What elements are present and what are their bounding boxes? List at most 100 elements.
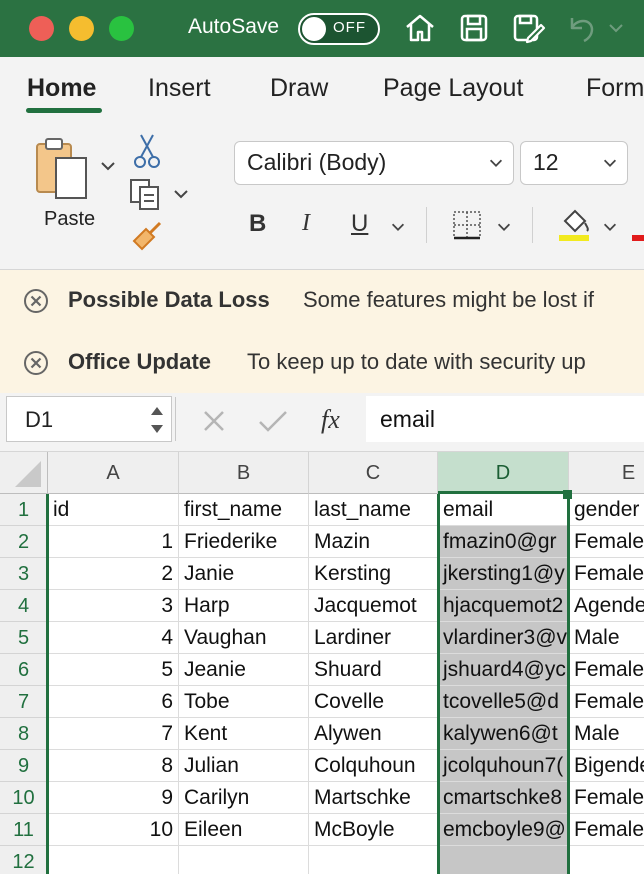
table-cell[interactable]: Kent <box>179 718 309 750</box>
header-cell[interactable]: gender <box>569 494 644 526</box>
close-window-button[interactable] <box>29 16 54 41</box>
table-cell[interactable]: cmartschke8 <box>438 782 569 814</box>
tab-home[interactable]: Home <box>27 74 96 103</box>
autosave-toggle[interactable]: OFF <box>298 13 380 45</box>
table-cell[interactable]: Female <box>569 558 644 590</box>
confirm-edit-icon[interactable] <box>257 407 289 435</box>
select-all-button[interactable] <box>0 452 48 494</box>
table-cell[interactable]: Bigende <box>569 750 644 782</box>
table-cell[interactable]: Colquhoun <box>309 750 438 782</box>
table-cell[interactable]: McBoyle <box>309 814 438 846</box>
row-header-1[interactable]: 1 <box>0 494 48 526</box>
table-cell[interactable]: Female <box>569 686 644 718</box>
underline-button[interactable]: U <box>351 210 368 238</box>
header-cell[interactable]: email <box>438 494 569 526</box>
table-cell[interactable]: Friederike <box>179 526 309 558</box>
table-cell[interactable]: Female <box>569 654 644 686</box>
table-cell[interactable]: Kersting <box>309 558 438 590</box>
table-cell[interactable]: 1 <box>48 526 179 558</box>
row-header-2[interactable]: 2 <box>0 526 48 558</box>
column-header-b[interactable]: B <box>179 452 309 494</box>
table-cell[interactable]: Harp <box>179 590 309 622</box>
table-cell[interactable]: Female <box>569 526 644 558</box>
tab-insert[interactable]: Insert <box>148 74 211 103</box>
row-header-11[interactable]: 11 <box>0 814 48 846</box>
table-cell[interactable]: Male <box>569 622 644 654</box>
fill-color-icon[interactable] <box>557 205 591 243</box>
row-header-6[interactable]: 6 <box>0 654 48 686</box>
table-cell[interactable]: fmazin0@gr <box>438 526 569 558</box>
close-icon[interactable] <box>23 288 49 314</box>
font-size-dropdown[interactable]: 12 <box>520 141 628 185</box>
table-cell[interactable]: tcovelle5@d <box>438 686 569 718</box>
row-header-7[interactable]: 7 <box>0 686 48 718</box>
save-edit-icon[interactable] <box>510 10 546 46</box>
table-cell[interactable]: Female <box>569 782 644 814</box>
table-cell[interactable]: Male <box>569 718 644 750</box>
tab-draw[interactable]: Draw <box>270 74 328 103</box>
paste-button[interactable] <box>34 136 96 208</box>
table-cell[interactable]: 2 <box>48 558 179 590</box>
header-cell[interactable]: first_name <box>179 494 309 526</box>
underline-options-chevron-icon[interactable] <box>389 218 407 236</box>
table-cell[interactable] <box>179 846 309 874</box>
format-painter-icon[interactable] <box>130 219 164 253</box>
undo-icon[interactable] <box>564 10 600 46</box>
column-header-c[interactable]: C <box>309 452 438 494</box>
table-cell[interactable]: Covelle <box>309 686 438 718</box>
table-cell[interactable]: Agende <box>569 590 644 622</box>
table-cell[interactable] <box>309 846 438 874</box>
row-header-9[interactable]: 9 <box>0 750 48 782</box>
row-header-4[interactable]: 4 <box>0 590 48 622</box>
table-cell[interactable]: jkersting1@y <box>438 558 569 590</box>
row-header-10[interactable]: 10 <box>0 782 48 814</box>
borders-icon[interactable] <box>451 209 483 241</box>
table-cell[interactable]: 5 <box>48 654 179 686</box>
chevron-down-icon[interactable] <box>606 18 626 38</box>
table-cell[interactable]: Martschke <box>309 782 438 814</box>
table-cell[interactable]: 10 <box>48 814 179 846</box>
table-cell[interactable]: Janie <box>179 558 309 590</box>
row-header-12[interactable]: 12 <box>0 846 48 874</box>
name-box-stepper-icon[interactable] <box>149 402 165 438</box>
table-cell[interactable]: jshuard4@yc <box>438 654 569 686</box>
table-cell[interactable]: Jacquemot <box>309 590 438 622</box>
minimize-window-button[interactable] <box>69 16 94 41</box>
table-cell[interactable]: jcolquhoun7( <box>438 750 569 782</box>
table-cell[interactable]: Mazin <box>309 526 438 558</box>
column-header-a[interactable]: A <box>48 452 179 494</box>
table-cell[interactable]: Vaughan <box>179 622 309 654</box>
italic-button[interactable]: I <box>302 210 310 237</box>
copy-icon[interactable] <box>128 177 164 211</box>
table-cell[interactable]: 4 <box>48 622 179 654</box>
font-name-dropdown[interactable]: Calibri (Body) <box>234 141 514 185</box>
row-header-3[interactable]: 3 <box>0 558 48 590</box>
name-box[interactable]: D1 <box>6 396 172 442</box>
cut-icon[interactable] <box>133 133 161 169</box>
table-cell[interactable]: Shuard <box>309 654 438 686</box>
header-cell[interactable]: last_name <box>309 494 438 526</box>
table-cell[interactable]: kalywen6@t <box>438 718 569 750</box>
table-cell[interactable]: 6 <box>48 686 179 718</box>
fill-color-chevron-icon[interactable] <box>601 218 619 236</box>
fill-handle[interactable] <box>563 490 572 499</box>
bold-button[interactable]: B <box>249 210 266 238</box>
table-cell[interactable]: Alywen <box>309 718 438 750</box>
cancel-edit-icon[interactable] <box>200 407 228 435</box>
column-header-e[interactable]: E <box>569 452 644 494</box>
insert-function-button[interactable]: fx <box>321 405 340 435</box>
table-cell[interactable]: Julian <box>179 750 309 782</box>
table-cell[interactable]: Jeanie <box>179 654 309 686</box>
table-cell[interactable] <box>48 846 179 874</box>
column-header-d[interactable]: D <box>438 452 569 494</box>
table-cell[interactable] <box>438 846 569 874</box>
close-icon[interactable] <box>23 350 49 376</box>
formula-input[interactable]: email <box>366 396 644 442</box>
table-cell[interactable] <box>569 846 644 874</box>
table-cell[interactable]: 7 <box>48 718 179 750</box>
tab-formulas[interactable]: Form <box>586 74 644 103</box>
table-cell[interactable]: vlardiner3@v <box>438 622 569 654</box>
table-cell[interactable]: Eileen <box>179 814 309 846</box>
home-icon[interactable] <box>402 10 438 46</box>
borders-options-chevron-icon[interactable] <box>495 218 513 236</box>
